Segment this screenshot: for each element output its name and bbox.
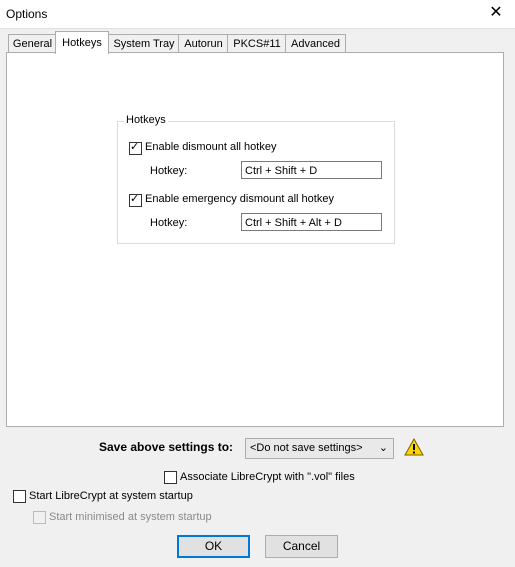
dismount-hotkey-field-label: Hotkey: — [150, 165, 188, 177]
start-minimised-label: Start minimised at system startup — [49, 511, 212, 523]
tab-autorun[interactable]: Autorun — [178, 34, 229, 53]
chevron-down-icon: ⌄ — [378, 442, 388, 454]
dismount-hotkey-checkbox[interactable] — [129, 140, 142, 155]
start-minimised-checkbox[interactable] — [33, 511, 46, 524]
tab-panel: Hotkeys Enable dismount all hotkey Hotke… — [6, 52, 504, 427]
emergency-hotkey-field-label: Hotkey: — [150, 217, 188, 229]
tab-hotkeys[interactable]: Hotkeys — [55, 31, 109, 54]
save-settings-label: Save above settings to: — [99, 440, 234, 454]
save-location-select[interactable]: <Do not save settings> ⌄ — [245, 438, 394, 459]
dismount-hotkey-input[interactable]: Ctrl + Shift + D — [241, 161, 382, 179]
tab-pkcs11[interactable]: PKCS#11 — [227, 34, 287, 53]
warning-icon — [404, 438, 424, 456]
associate-vol-label: Associate LibreCrypt with ".vol" files — [180, 471, 355, 483]
save-location-value: <Do not save settings> — [250, 442, 363, 454]
title-divider — [0, 28, 515, 29]
cancel-button[interactable]: Cancel — [265, 535, 338, 558]
emergency-hotkey-input[interactable]: Ctrl + Shift + Alt + D — [241, 213, 382, 231]
start-at-startup-checkbox[interactable] — [13, 490, 26, 503]
title-bar: Options ✕ — [0, 0, 515, 28]
window-title: Options — [6, 7, 48, 21]
close-icon[interactable]: ✕ — [487, 3, 505, 23]
tab-system-tray[interactable]: System Tray — [108, 34, 180, 53]
associate-vol-checkbox[interactable] — [164, 471, 177, 484]
groupbox-title: Hotkeys — [124, 114, 168, 126]
tab-advanced[interactable]: Advanced — [285, 34, 346, 53]
emergency-hotkey-checkbox[interactable] — [129, 192, 142, 207]
start-at-startup-label: Start LibreCrypt at system startup — [29, 490, 193, 502]
ok-button[interactable]: OK — [177, 535, 250, 558]
dismount-hotkey-label: Enable dismount all hotkey — [145, 141, 277, 153]
tab-general[interactable]: General — [8, 34, 57, 53]
hotkeys-groupbox: Hotkeys Enable dismount all hotkey Hotke… — [117, 114, 395, 244]
emergency-hotkey-label: Enable emergency dismount all hotkey — [145, 193, 334, 205]
